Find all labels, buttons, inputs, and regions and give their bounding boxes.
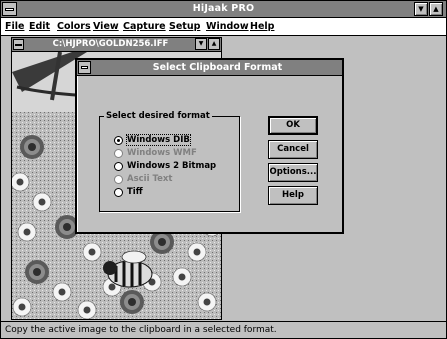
child-maximize-icon[interactable]: ▲	[208, 38, 220, 50]
dialog-title-bar[interactable]: Select Clipboard Format	[77, 60, 342, 76]
option-label: Ascii Text	[127, 174, 173, 184]
app-window: HiJaak PRO ▼ ▲ File Edit Colors View Cap…	[0, 0, 447, 339]
radio-selected-icon[interactable]	[114, 136, 123, 145]
menu-file[interactable]: File	[5, 21, 24, 32]
image-window-title: C:\HJPRO\GOLDN256.IFF	[52, 39, 169, 49]
status-bar: Copy the active image to the clipboard i…	[1, 321, 446, 338]
menu-colors[interactable]: Colors	[57, 21, 91, 32]
image-window-title-bar[interactable]: C:\HJPRO\GOLDN256.IFF ▼ ▲	[12, 38, 221, 52]
menu-window[interactable]: Window	[206, 21, 249, 32]
format-group-box: Select desired format Windows DIB Window…	[99, 111, 240, 212]
radio-icon[interactable]	[114, 162, 123, 171]
help-button[interactable]: Help	[268, 186, 318, 205]
menu-capture[interactable]: Capture	[123, 21, 166, 32]
child-minimize-icon[interactable]: ▼	[195, 38, 207, 50]
dialog-title: Select Clipboard Format	[152, 62, 283, 73]
option-label: Windows DIB	[126, 134, 191, 146]
child-system-menu-icon[interactable]	[13, 39, 24, 50]
menu-edit[interactable]: Edit	[29, 21, 50, 32]
app-title: HiJaak PRO	[192, 3, 255, 14]
options-button[interactable]: Options...	[268, 163, 318, 182]
option-label: Windows WMF	[127, 148, 197, 158]
cancel-button[interactable]: Cancel	[268, 140, 318, 159]
status-text: Copy the active image to the clipboard i…	[5, 325, 277, 335]
menu-view[interactable]: View	[93, 21, 119, 32]
menu-bar: File Edit Colors View Capture Setup Wind…	[1, 18, 446, 36]
maximize-icon[interactable]: ▲	[429, 2, 443, 16]
app-title-bar[interactable]: HiJaak PRO ▼ ▲	[1, 1, 446, 18]
option-label: Windows 2 Bitmap	[127, 161, 217, 171]
option-label: Tiff	[127, 187, 143, 197]
ok-button[interactable]: OK	[268, 116, 318, 135]
menu-setup[interactable]: Setup	[169, 21, 200, 32]
radio-icon[interactable]	[114, 149, 123, 158]
format-group-label: Select desired format	[104, 111, 212, 121]
menu-help[interactable]: Help	[250, 21, 274, 32]
dialog-system-menu-icon[interactable]	[78, 61, 91, 74]
minimize-icon[interactable]: ▼	[414, 2, 428, 16]
select-clipboard-format-dialog: Select Clipboard Format Select desired f…	[75, 58, 344, 234]
radio-icon[interactable]	[114, 188, 123, 197]
radio-icon[interactable]	[114, 175, 123, 184]
